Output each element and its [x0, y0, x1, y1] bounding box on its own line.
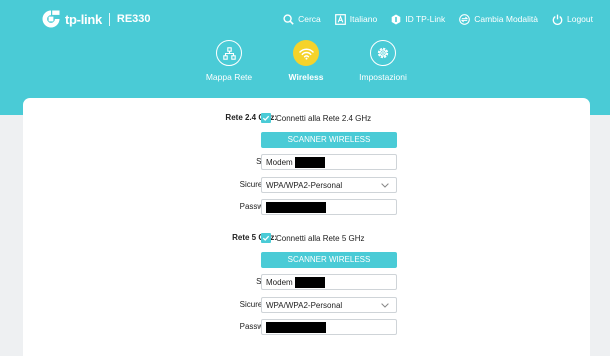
band5-ssid-row: SSID: Modem	[23, 274, 590, 290]
change-mode-label: Cambia Modalità	[474, 14, 538, 24]
tplink-id-link[interactable]: ID TP-Link	[391, 14, 445, 25]
logout-icon	[552, 14, 563, 25]
tp-link-logo: tp-link RE330	[41, 9, 151, 29]
tp-link-logo-icon	[42, 10, 60, 28]
main-tabs: Mappa Rete Wireless Impostazioni	[0, 40, 610, 90]
search-icon	[283, 13, 294, 25]
band24-ssid-value: Modem	[266, 157, 293, 167]
band24-security-select[interactable]: WPA/WPA2-Personal	[261, 177, 397, 193]
band5-security-value: WPA/WPA2-Personal	[266, 300, 343, 310]
change-mode-link[interactable]: Cambia Modalità	[459, 13, 538, 25]
wireless-settings-panel: Rete 2.4 GHz: Connetti alla Rete 2.4 GHz…	[23, 98, 590, 356]
wifi-icon	[298, 47, 314, 60]
band5-security-row: Sicurezza: WPA/WPA2-Personal	[23, 297, 590, 313]
id-icon	[391, 14, 401, 24]
band5-enable-label: Connetti alla Rete 5 GHz	[276, 233, 365, 243]
settings-gear-icon	[377, 47, 389, 59]
band24-ssid-row: SSID: Modem	[23, 154, 590, 170]
band5-enable-checkbox[interactable]: Connetti alla Rete 5 GHz	[261, 230, 365, 246]
logout-label: Logout	[567, 14, 593, 24]
top-navigation: Cerca Italiano ID TP-Link Cambia Modalit…	[283, 10, 610, 28]
chevron-down-icon	[381, 183, 389, 188]
language-label: Italiano	[349, 14, 378, 24]
band24-security-row: Sicurezza: WPA/WPA2-Personal	[23, 177, 590, 193]
mode-icon	[459, 13, 471, 25]
band24-password-row: Password:	[23, 199, 590, 215]
band24-enable-row: Rete 2.4 GHz: Connetti alla Rete 2.4 GHz	[23, 110, 590, 126]
ssid-redaction	[294, 156, 325, 168]
brand-divider	[108, 12, 110, 26]
band24-scan-button[interactable]: SCANNER WIRELESS	[261, 132, 397, 148]
band24-password-input[interactable]	[261, 199, 397, 215]
tplink-id-label: ID TP-Link	[405, 14, 446, 24]
ssid-redaction	[294, 276, 325, 288]
checkbox-checked-icon	[261, 113, 271, 123]
band5-enable-row: Rete 5 GHz: Connetti alla Rete 5 GHz	[23, 230, 590, 246]
band24-ssid-input[interactable]: Modem	[261, 154, 397, 170]
tab-wireless-circle	[293, 40, 319, 66]
band24-enable-label: Connetti alla Rete 2.4 GHz	[276, 113, 372, 123]
band24-security-value: WPA/WPA2-Personal	[266, 180, 343, 190]
brand-name: tp-link	[65, 11, 102, 27]
band5-password-row: Password:	[23, 319, 590, 335]
checkbox-checked-icon	[261, 233, 271, 243]
tab-wireless[interactable]: Wireless	[266, 40, 346, 82]
password-redaction	[266, 321, 326, 333]
tab-wireless-label: Wireless	[288, 72, 324, 82]
tab-network-map-circle	[216, 40, 242, 66]
chevron-down-icon	[381, 303, 389, 308]
band24-enable-checkbox[interactable]: Connetti alla Rete 2.4 GHz	[261, 110, 371, 126]
band5-ssid-input[interactable]: Modem	[261, 274, 397, 290]
tab-settings-circle	[370, 40, 396, 66]
tab-network-map-label: Mappa Rete	[205, 72, 253, 82]
tab-settings[interactable]: Impostazioni	[343, 40, 423, 82]
band24-scan-row: SCANNER WIRELESS	[23, 132, 590, 148]
search-label: Cerca	[298, 14, 321, 24]
band5-scan-row: SCANNER WIRELESS	[23, 252, 590, 268]
band5-password-input[interactable]	[261, 319, 397, 335]
tab-settings-label: Impostazioni	[359, 72, 407, 82]
language-icon	[334, 13, 346, 25]
logout-link[interactable]: Logout	[552, 14, 593, 25]
network-map-icon	[222, 46, 236, 60]
language-link[interactable]: Italiano	[334, 13, 378, 25]
band5-scan-button[interactable]: SCANNER WIRELESS	[261, 252, 397, 268]
band5-ssid-value: Modem	[266, 277, 293, 287]
band5-security-select[interactable]: WPA/WPA2-Personal	[261, 297, 397, 313]
tab-network-map[interactable]: Mappa Rete	[189, 40, 269, 82]
password-redaction	[266, 201, 326, 213]
device-model: RE330	[116, 13, 151, 25]
search-link[interactable]: Cerca	[283, 13, 321, 25]
